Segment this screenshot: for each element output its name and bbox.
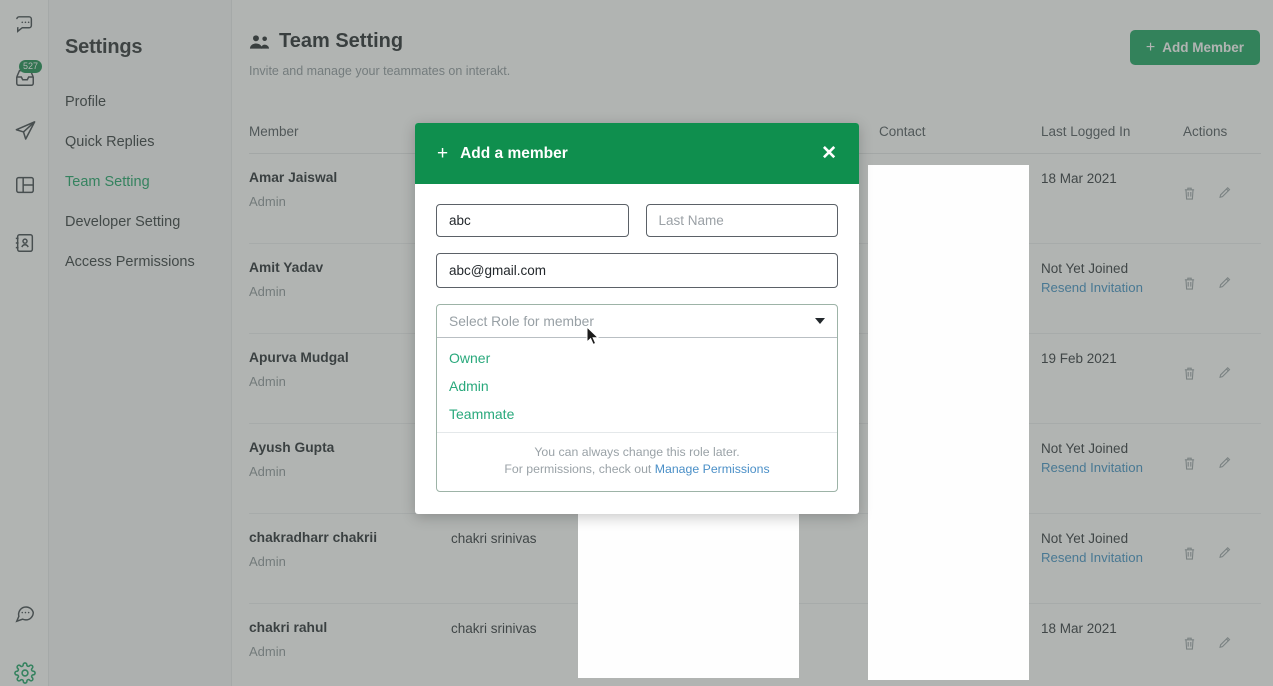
sidebar-item-access-permissions[interactable]: Access Permissions (49, 242, 231, 282)
last-logged-in-value: 18 Mar 2021 (1041, 169, 1183, 188)
role-select: Select Role for member Owner Admin Teamm… (436, 304, 838, 492)
chats-icon[interactable] (10, 10, 40, 40)
trash-icon[interactable] (1183, 636, 1196, 651)
last-logged-in-value: Not Yet Joined (1041, 439, 1183, 458)
action-buttons (1183, 169, 1261, 201)
edit-pencil-icon[interactable] (1218, 636, 1231, 651)
last-logged-in-cell: Not Yet JoinedResend Invitation (1041, 424, 1183, 513)
role-select-trigger[interactable]: Select Role for member (437, 305, 837, 338)
column-header-actions: Actions (1183, 112, 1261, 153)
last-logged-in-value: 18 Mar 2021 (1041, 619, 1183, 638)
modal-body: Select Role for member Owner Admin Teamm… (415, 184, 859, 514)
member-cell: chakri rahul Admin (249, 604, 451, 686)
close-icon[interactable]: ✕ (821, 144, 837, 163)
last-logged-in-cell: 18 Mar 2021 (1041, 604, 1183, 686)
last-logged-in-cell: 19 Feb 2021 (1041, 334, 1183, 423)
page-header: Team Setting Invite and manage your team… (249, 30, 510, 78)
last-logged-in-value: 19 Feb 2021 (1041, 349, 1183, 368)
action-buttons (1183, 529, 1261, 561)
resend-invitation-link[interactable]: Resend Invitation (1041, 458, 1183, 478)
last-logged-in-cell: Not Yet JoinedResend Invitation (1041, 244, 1183, 333)
actions-cell (1183, 604, 1261, 686)
trash-icon[interactable] (1183, 276, 1196, 291)
support-chat-icon[interactable] (10, 598, 40, 628)
role-footer-line-1: You can always change this role later. (449, 444, 825, 461)
plus-icon: + (1146, 40, 1155, 56)
action-buttons (1183, 259, 1261, 291)
actions-cell (1183, 514, 1261, 603)
last-logged-in-cell: 18 Mar 2021 (1041, 154, 1183, 243)
app-root: 527 (0, 0, 1273, 686)
render-artifact-center (578, 488, 799, 678)
last-logged-in-value: Not Yet Joined (1041, 529, 1183, 548)
role-footer-prefix: For permissions, check out (504, 462, 654, 476)
page-title-text: Team Setting (279, 30, 403, 53)
contacts-icon[interactable] (10, 228, 40, 258)
modal-plus-icon: + (437, 144, 448, 163)
edit-pencil-icon[interactable] (1218, 546, 1231, 561)
settings-sidebar: Settings Profile Quick Replies Team Sett… (49, 0, 232, 686)
action-buttons (1183, 349, 1261, 381)
resend-invitation-link[interactable]: Resend Invitation (1041, 278, 1183, 298)
team-icon (249, 34, 270, 50)
add-member-label: Add Member (1162, 40, 1244, 55)
edit-pencil-icon[interactable] (1218, 276, 1231, 291)
actions-cell (1183, 334, 1261, 423)
action-buttons (1183, 619, 1261, 651)
email-input[interactable] (436, 253, 838, 288)
member-role: Admin (249, 554, 451, 569)
send-icon[interactable] (10, 115, 40, 145)
actions-cell (1183, 244, 1261, 333)
chevron-down-icon (815, 318, 825, 324)
column-header-last-logged-in: Last Logged In (1041, 112, 1183, 153)
actions-cell (1183, 424, 1261, 513)
edit-pencil-icon[interactable] (1218, 366, 1231, 381)
page-title: Team Setting (249, 30, 510, 53)
inbox-badge: 527 (19, 60, 42, 73)
sidebar-item-quick-replies[interactable]: Quick Replies (49, 122, 231, 162)
last-name-input[interactable] (646, 204, 839, 237)
sidebar-title: Settings (65, 36, 142, 59)
add-member-button[interactable]: + Add Member (1130, 30, 1260, 65)
member-name: chakri rahul (249, 619, 451, 637)
resend-invitation-link[interactable]: Resend Invitation (1041, 548, 1183, 568)
page-subtitle: Invite and manage your teammates on inte… (249, 64, 510, 78)
role-option-admin[interactable]: Admin (437, 372, 837, 400)
trash-icon[interactable] (1183, 546, 1196, 561)
sidebar-item-profile[interactable]: Profile (49, 82, 231, 122)
manage-permissions-link[interactable]: Manage Permissions (655, 462, 770, 476)
role-select-value: Select Role for member (449, 314, 594, 329)
action-buttons (1183, 439, 1261, 471)
trash-icon[interactable] (1183, 186, 1196, 201)
role-dropdown-footer: You can always change this role later. F… (437, 432, 837, 491)
actions-cell (1183, 154, 1261, 243)
last-logged-in-value: Not Yet Joined (1041, 259, 1183, 278)
render-artifact-right (868, 165, 1029, 680)
sidebar-nav: Profile Quick Replies Team Setting Devel… (49, 82, 231, 282)
first-name-input[interactable] (436, 204, 629, 237)
role-option-list: Owner Admin Teammate (437, 338, 837, 432)
add-member-modal: + Add a member ✕ Select Role for member … (415, 123, 859, 514)
member-role: Admin (249, 644, 451, 659)
member-cell: chakradharr chakrii Admin (249, 514, 451, 603)
icon-rail: 527 (0, 0, 49, 686)
modal-header: + Add a member ✕ (415, 123, 859, 184)
role-option-teammate[interactable]: Teammate (437, 400, 837, 428)
modal-title: Add a member (460, 145, 821, 163)
last-logged-in-cell: Not Yet JoinedResend Invitation (1041, 514, 1183, 603)
edit-pencil-icon[interactable] (1218, 456, 1231, 471)
trash-icon[interactable] (1183, 456, 1196, 471)
dashboard-icon[interactable] (10, 170, 40, 200)
role-footer-line-2: For permissions, check out Manage Permis… (449, 461, 825, 478)
role-option-owner[interactable]: Owner (437, 344, 837, 372)
trash-icon[interactable] (1183, 366, 1196, 381)
gear-icon[interactable] (10, 658, 40, 686)
sidebar-item-developer-setting[interactable]: Developer Setting (49, 202, 231, 242)
sidebar-item-team-setting[interactable]: Team Setting (49, 162, 231, 202)
edit-pencil-icon[interactable] (1218, 186, 1231, 201)
member-name: chakradharr chakrii (249, 529, 451, 547)
name-row (436, 204, 838, 237)
column-header-contact: Contact (879, 112, 1041, 153)
